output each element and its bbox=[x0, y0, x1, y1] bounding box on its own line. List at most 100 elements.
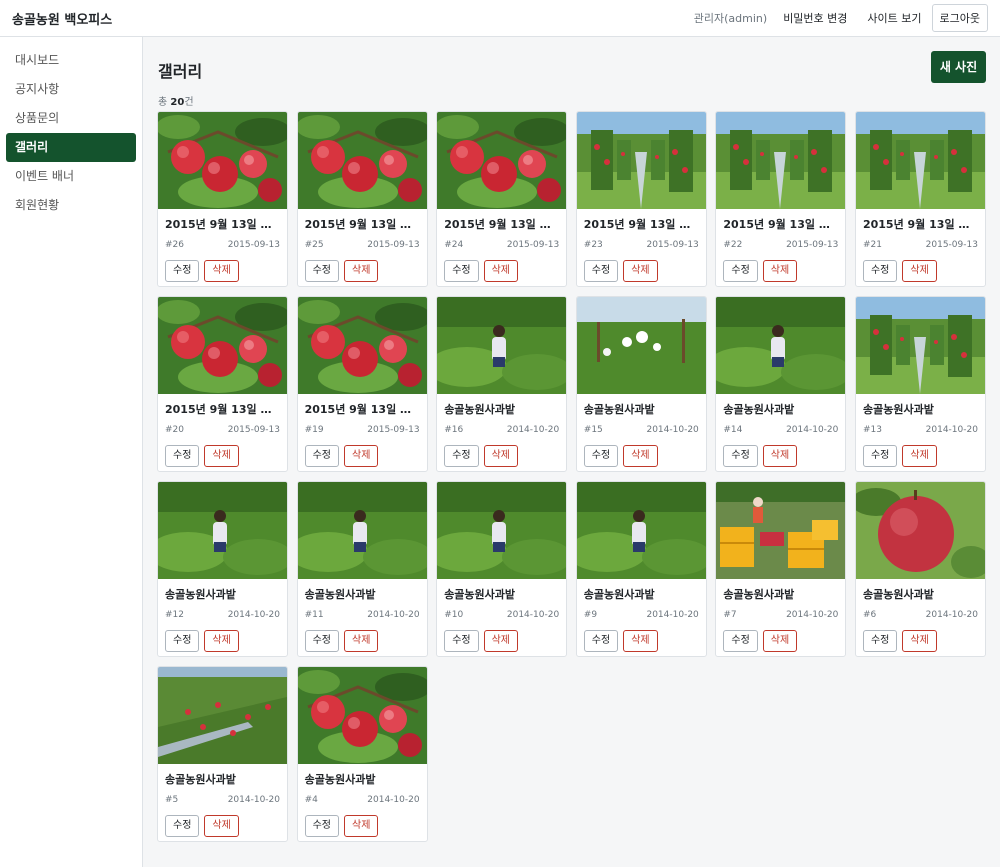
photo-image bbox=[158, 667, 287, 764]
delete-button[interactable]: 삭제 bbox=[344, 445, 379, 467]
sidebar-item-members[interactable]: 회원현황 bbox=[6, 191, 136, 220]
photo-title: 2015년 9월 13일 현재 사과밭 bbox=[862, 218, 985, 231]
card-actions: 수정 삭제 bbox=[158, 630, 287, 652]
delete-button[interactable]: 삭제 bbox=[204, 630, 239, 652]
edit-button[interactable]: 수정 bbox=[165, 445, 200, 467]
gallery-card: 2015년 9월 13일 현재 사과밭 #22 2015-09-13 수정 삭제 bbox=[715, 111, 847, 287]
edit-button[interactable]: 수정 bbox=[723, 445, 758, 467]
photo-date: 2015-09-13 bbox=[227, 425, 280, 435]
delete-button[interactable]: 삭제 bbox=[483, 260, 518, 282]
photo-thumbnail[interactable] bbox=[855, 112, 985, 209]
photo-meta: #6 2014-10-20 bbox=[856, 610, 985, 620]
photo-title: 2015년 9월 13일 현재 사과밭 bbox=[165, 403, 287, 416]
photo-thumbnail[interactable] bbox=[855, 297, 985, 394]
photo-thumbnail[interactable] bbox=[297, 112, 427, 209]
sidebar-item-event-banner[interactable]: 이벤트 배너 bbox=[6, 162, 136, 191]
photo-thumbnail[interactable] bbox=[158, 297, 287, 394]
photo-title: 송골농원사과밭 bbox=[583, 403, 655, 416]
top-nav: 관리자(admin) 비밀번호 변경 사이트 보기 로그아웃 bbox=[694, 4, 988, 32]
photo-meta: #11 2014-10-20 bbox=[298, 610, 427, 620]
photo-date: 2014-10-20 bbox=[367, 610, 420, 620]
delete-button[interactable]: 삭제 bbox=[762, 260, 798, 282]
edit-button[interactable]: 수정 bbox=[165, 630, 200, 652]
sidebar-item-notices[interactable]: 공지사항 bbox=[6, 75, 136, 104]
photo-thumbnail[interactable] bbox=[716, 297, 846, 394]
delete-button[interactable]: 삭제 bbox=[902, 445, 937, 467]
edit-button[interactable]: 수정 bbox=[444, 260, 479, 282]
edit-button[interactable]: 수정 bbox=[304, 260, 339, 282]
count-suffix: 건 bbox=[184, 97, 194, 108]
delete-button[interactable]: 삭제 bbox=[902, 630, 937, 652]
photo-thumbnail[interactable] bbox=[437, 482, 567, 579]
photo-image bbox=[576, 482, 706, 579]
edit-button[interactable]: 수정 bbox=[723, 630, 758, 652]
edit-button[interactable]: 수정 bbox=[165, 260, 200, 282]
change-password-link[interactable]: 비밀번호 변경 bbox=[783, 10, 847, 26]
edit-button[interactable]: 수정 bbox=[165, 815, 200, 837]
photo-image bbox=[437, 297, 567, 394]
photo-meta: #24 2015-09-13 bbox=[437, 240, 566, 250]
photo-thumbnail[interactable] bbox=[158, 667, 287, 764]
gallery-card: 2015년 9월 13일 현재 사과밭 #23 2015-09-13 수정 삭제 bbox=[575, 111, 707, 287]
photo-thumbnail[interactable] bbox=[576, 482, 706, 579]
edit-button[interactable]: 수정 bbox=[304, 630, 339, 652]
photo-date: 2014-10-20 bbox=[786, 425, 839, 435]
card-actions: 수정 삭제 bbox=[298, 630, 427, 652]
edit-button[interactable]: 수정 bbox=[444, 630, 479, 652]
edit-button[interactable]: 수정 bbox=[862, 260, 898, 282]
edit-button[interactable]: 수정 bbox=[862, 630, 898, 652]
photo-thumbnail[interactable] bbox=[297, 667, 427, 764]
photo-thumbnail[interactable] bbox=[437, 297, 567, 394]
edit-button[interactable]: 수정 bbox=[583, 630, 619, 652]
photo-title: 송골농원사과밭 bbox=[165, 773, 236, 786]
delete-button[interactable]: 삭제 bbox=[483, 445, 518, 467]
view-site-link[interactable]: 사이트 보기 bbox=[867, 10, 921, 26]
sidebar-item-dashboard[interactable]: 대시보드 bbox=[6, 46, 136, 75]
delete-button[interactable]: 삭제 bbox=[623, 445, 658, 467]
photo-thumbnail[interactable] bbox=[297, 297, 427, 394]
photo-thumbnail[interactable] bbox=[576, 297, 706, 394]
delete-button[interactable]: 삭제 bbox=[623, 260, 658, 282]
photo-image bbox=[855, 482, 985, 579]
photo-thumbnail[interactable] bbox=[716, 482, 846, 579]
delete-button[interactable]: 삭제 bbox=[762, 445, 798, 467]
delete-button[interactable]: 삭제 bbox=[344, 815, 379, 837]
edit-button[interactable]: 수정 bbox=[583, 260, 619, 282]
top-navbar: 송골농원 백오피스 관리자(admin) 비밀번호 변경 사이트 보기 로그아웃 bbox=[0, 0, 1000, 37]
edit-button[interactable]: 수정 bbox=[862, 445, 898, 467]
delete-button[interactable]: 삭제 bbox=[623, 630, 658, 652]
photo-date: 2015-09-13 bbox=[227, 240, 280, 250]
photo-meta: #7 2014-10-20 bbox=[716, 610, 845, 620]
delete-button[interactable]: 삭제 bbox=[762, 630, 798, 652]
sidebar-item-inquiries[interactable]: 상품문의 bbox=[6, 104, 136, 133]
photo-id: #25 bbox=[304, 240, 324, 250]
edit-button[interactable]: 수정 bbox=[583, 445, 619, 467]
photo-image bbox=[297, 112, 427, 209]
delete-button[interactable]: 삭제 bbox=[204, 445, 239, 467]
app-title[interactable]: 송골농원 백오피스 bbox=[12, 9, 112, 28]
photo-thumbnail[interactable] bbox=[576, 112, 706, 209]
logout-button[interactable]: 로그아웃 bbox=[931, 4, 988, 32]
delete-button[interactable]: 삭제 bbox=[902, 260, 937, 282]
edit-button[interactable]: 수정 bbox=[304, 815, 339, 837]
photo-thumbnail[interactable] bbox=[716, 112, 846, 209]
photo-title: 송골농원사과밭 bbox=[723, 588, 795, 601]
delete-button[interactable]: 삭제 bbox=[204, 815, 239, 837]
delete-button[interactable]: 삭제 bbox=[204, 260, 239, 282]
photo-date: 2015-09-13 bbox=[786, 240, 839, 250]
delete-button[interactable]: 삭제 bbox=[483, 630, 518, 652]
sidebar-item-gallery[interactable]: 갤러리 bbox=[6, 133, 136, 162]
photo-thumbnail[interactable] bbox=[158, 482, 287, 579]
edit-button[interactable]: 수정 bbox=[723, 260, 758, 282]
photo-thumbnail[interactable] bbox=[158, 112, 287, 209]
photo-meta: #19 2015-09-13 bbox=[298, 425, 427, 435]
edit-button[interactable]: 수정 bbox=[304, 445, 339, 467]
new-photo-button[interactable]: 새 사진 bbox=[931, 51, 986, 83]
photo-thumbnail[interactable] bbox=[855, 482, 985, 579]
delete-button[interactable]: 삭제 bbox=[344, 260, 379, 282]
photo-thumbnail[interactable] bbox=[437, 112, 567, 209]
photo-id: #5 bbox=[165, 795, 179, 805]
edit-button[interactable]: 수정 bbox=[444, 445, 479, 467]
delete-button[interactable]: 삭제 bbox=[344, 630, 379, 652]
photo-thumbnail[interactable] bbox=[297, 482, 427, 579]
